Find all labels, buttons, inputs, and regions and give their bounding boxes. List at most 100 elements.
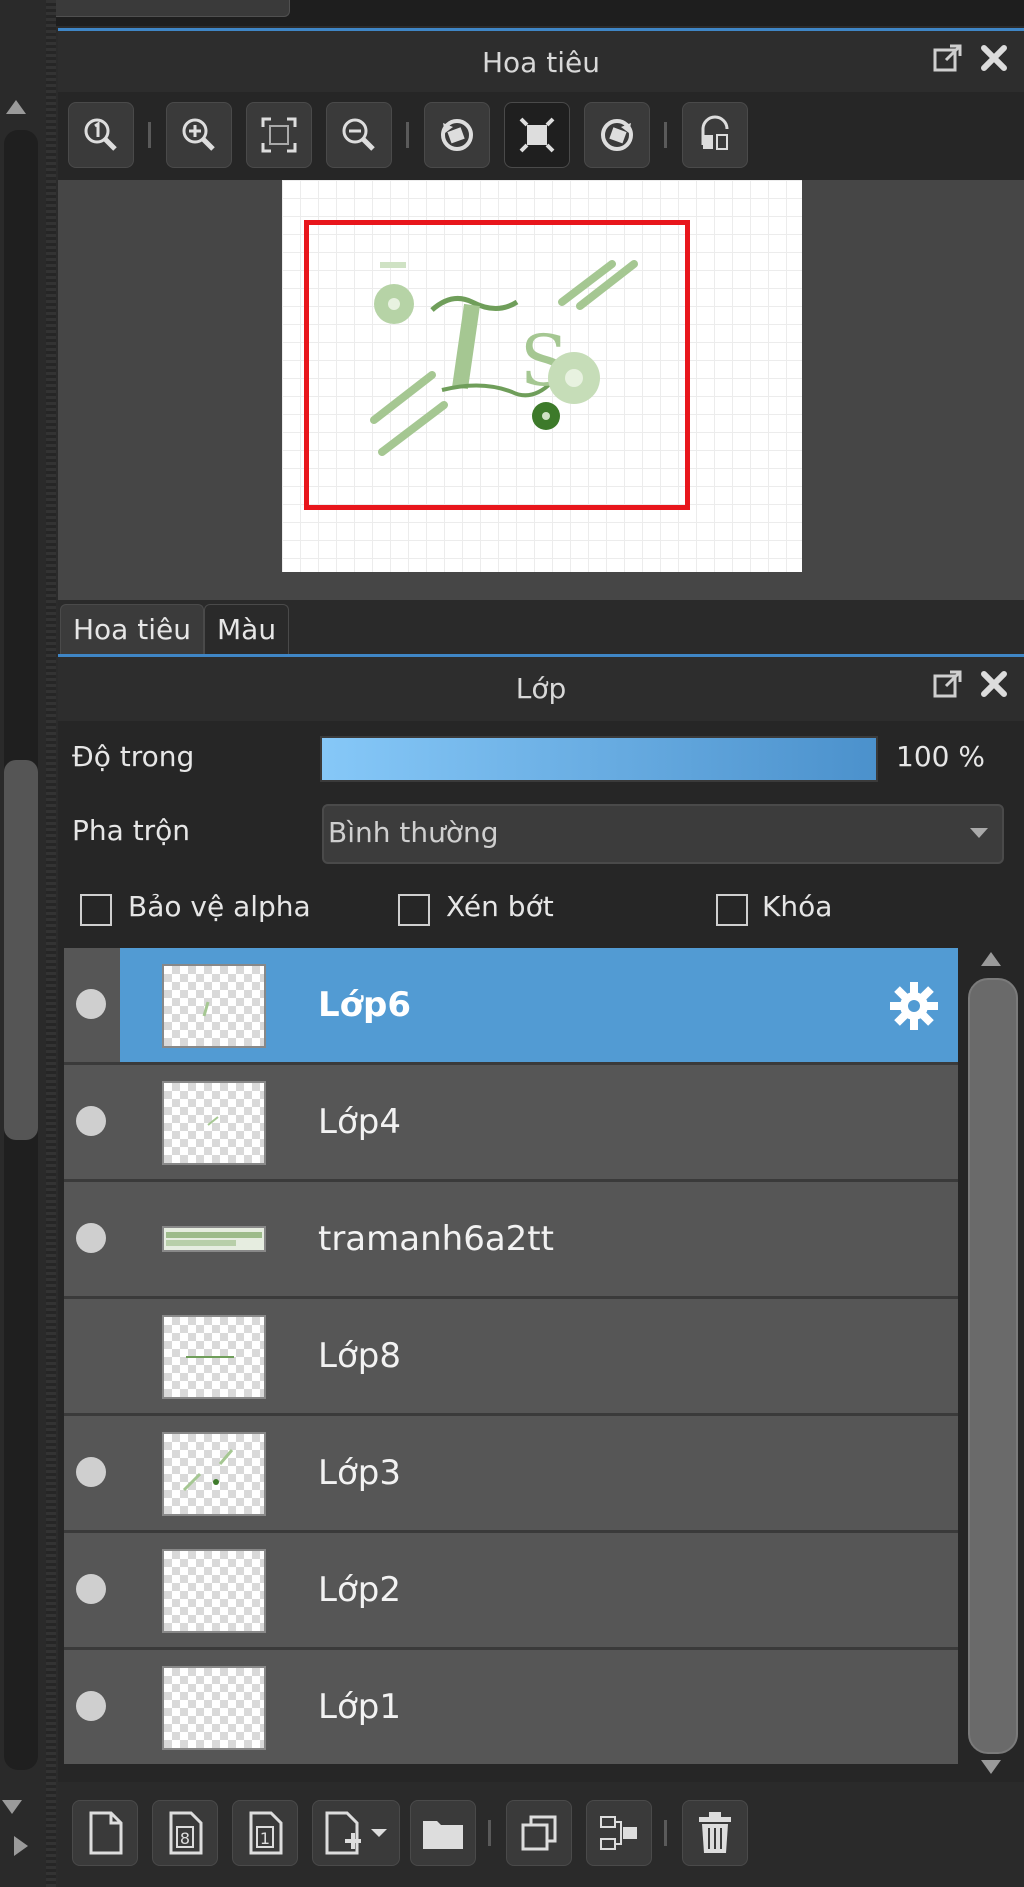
visibility-icon[interactable] [76,1106,106,1136]
rotate-left-icon [441,119,473,151]
flip-icon [701,115,729,150]
left-strip [0,0,46,1887]
panel-divider[interactable] [46,0,56,1887]
layers-scrollbar[interactable] [964,952,1018,1782]
new-layer-icon [89,1811,123,1855]
layer-title-icons [932,668,1010,700]
layer-thumbnail [162,1315,266,1399]
toolbar-separator [406,122,409,148]
zoom-out-button[interactable] [326,102,392,168]
navigator-panel: Hoa tiêu S Hoa tiêu Màu [58,28,1024,658]
close-icon[interactable] [978,668,1010,700]
layer-title: Lớp [58,654,1024,721]
toolbar-separator [148,122,151,148]
fit-window-button[interactable] [504,102,570,168]
zoom-in-icon [182,118,215,151]
add-layer-menu-button[interactable] [312,1800,400,1866]
zoom-in-button[interactable] [166,102,232,168]
layer-row[interactable]: Lớp1 [64,1650,958,1764]
zoom-actual-icon [84,118,117,151]
tab-navigator[interactable]: Hoa tiêu [60,604,204,655]
fit-button[interactable] [246,102,312,168]
layer-row[interactable]: Lớp4 [64,1065,958,1182]
opacity-slider[interactable] [320,736,878,782]
popout-icon[interactable] [932,668,964,700]
merge-down-icon [600,1816,637,1850]
layer-thumbnail [162,1432,266,1516]
blend-label: Pha trộn [72,814,191,847]
rotate-left-button[interactable] [424,102,490,168]
navigator-toolbar [58,92,1024,180]
layer-name: Lớp6 [318,985,412,1025]
new-layer-button[interactable] [72,1800,138,1866]
clipping-checkbox[interactable] [398,894,430,926]
left-scroll-thumb[interactable] [4,760,38,1140]
new-8bit-layer-button[interactable]: 8 [152,1800,218,1866]
scroll-up-arrow[interactable] [6,100,26,114]
clipping-label: Xén bớt [446,890,554,923]
blend-mode-value: Bình thường [328,816,499,849]
scroll-thumb[interactable] [968,978,1018,1754]
alpha-protect-checkbox[interactable] [80,894,112,926]
new-1bit-layer-button[interactable]: 1 [232,1800,298,1866]
zoom-out-icon [342,118,375,151]
toolbar-separator [664,122,667,148]
trash-icon [699,1812,731,1853]
scroll-down-arrow[interactable] [2,1800,22,1814]
blend-mode-select[interactable]: Bình thường [322,804,1004,864]
delete-layer-button[interactable] [682,1800,748,1866]
layer-thumbnail [162,1226,266,1252]
rotate-right-button[interactable] [584,102,650,168]
visibility-icon[interactable] [76,1340,106,1370]
toolbar-separator [488,1820,491,1846]
layer-row[interactable]: Lớp6 [64,948,958,1065]
close-icon[interactable] [978,42,1010,74]
visibility-icon[interactable] [76,1457,106,1487]
scroll-down-arrow[interactable] [981,1760,1001,1774]
fit-window-icon [519,117,555,153]
opacity-label: Độ trong [72,740,195,773]
navigator-view[interactable]: S [58,180,1024,600]
top-tab[interactable] [40,0,290,17]
viewport-rectangle[interactable] [304,220,690,510]
layer-thumbnail [162,1081,266,1165]
rotate-right-icon [601,119,633,151]
layer-row[interactable]: Lớp2 [64,1533,958,1650]
new-folder-button[interactable] [410,1800,476,1866]
navigator-title: Hoa tiêu [58,28,1024,95]
layer-name: Lớp2 [318,1570,401,1610]
layer-name: tramanh6a2tt [318,1219,554,1259]
merge-down-button[interactable] [586,1800,652,1866]
visibility-icon[interactable] [76,1691,106,1721]
lock-checkbox[interactable] [716,894,748,926]
navigator-title-icons [932,42,1010,74]
layer-name: Lớp3 [318,1453,401,1493]
gear-icon[interactable] [888,980,940,1032]
layer-thumbnail [162,1666,266,1750]
visibility-icon[interactable] [76,989,106,1019]
flip-button[interactable] [682,102,748,168]
popout-icon[interactable] [932,42,964,74]
navigator-tabs: Hoa tiêu Màu [58,600,1024,658]
visibility-icon[interactable] [76,1223,106,1253]
new-folder-icon [423,1821,463,1849]
layer-row[interactable]: Lớp3 [64,1416,958,1533]
svg-text:8: 8 [180,1829,190,1848]
duplicate-layer-button[interactable] [506,1800,572,1866]
alpha-protect-label: Bảo vệ alpha [128,890,311,923]
toolbar-separator [664,1820,667,1846]
layer-thumbnail [162,1549,266,1633]
tab-color[interactable]: Màu [204,604,290,655]
scroll-right-arrow[interactable] [14,1836,28,1856]
layer-row[interactable]: Lớp8 [64,1299,958,1416]
chevron-down-icon [970,828,988,838]
layer-thumbnail [162,964,266,1048]
scroll-up-arrow[interactable] [981,952,1001,966]
zoom-actual-button[interactable] [68,102,134,168]
layer-actions-bar: 8 1 [58,1782,1024,1887]
opacity-value: 100 % [896,740,985,773]
canvas-preview[interactable]: S [282,180,802,572]
new-1bit-layer-icon: 1 [249,1811,283,1855]
visibility-icon[interactable] [76,1574,106,1604]
layer-row[interactable]: tramanh6a2tt [64,1182,958,1299]
